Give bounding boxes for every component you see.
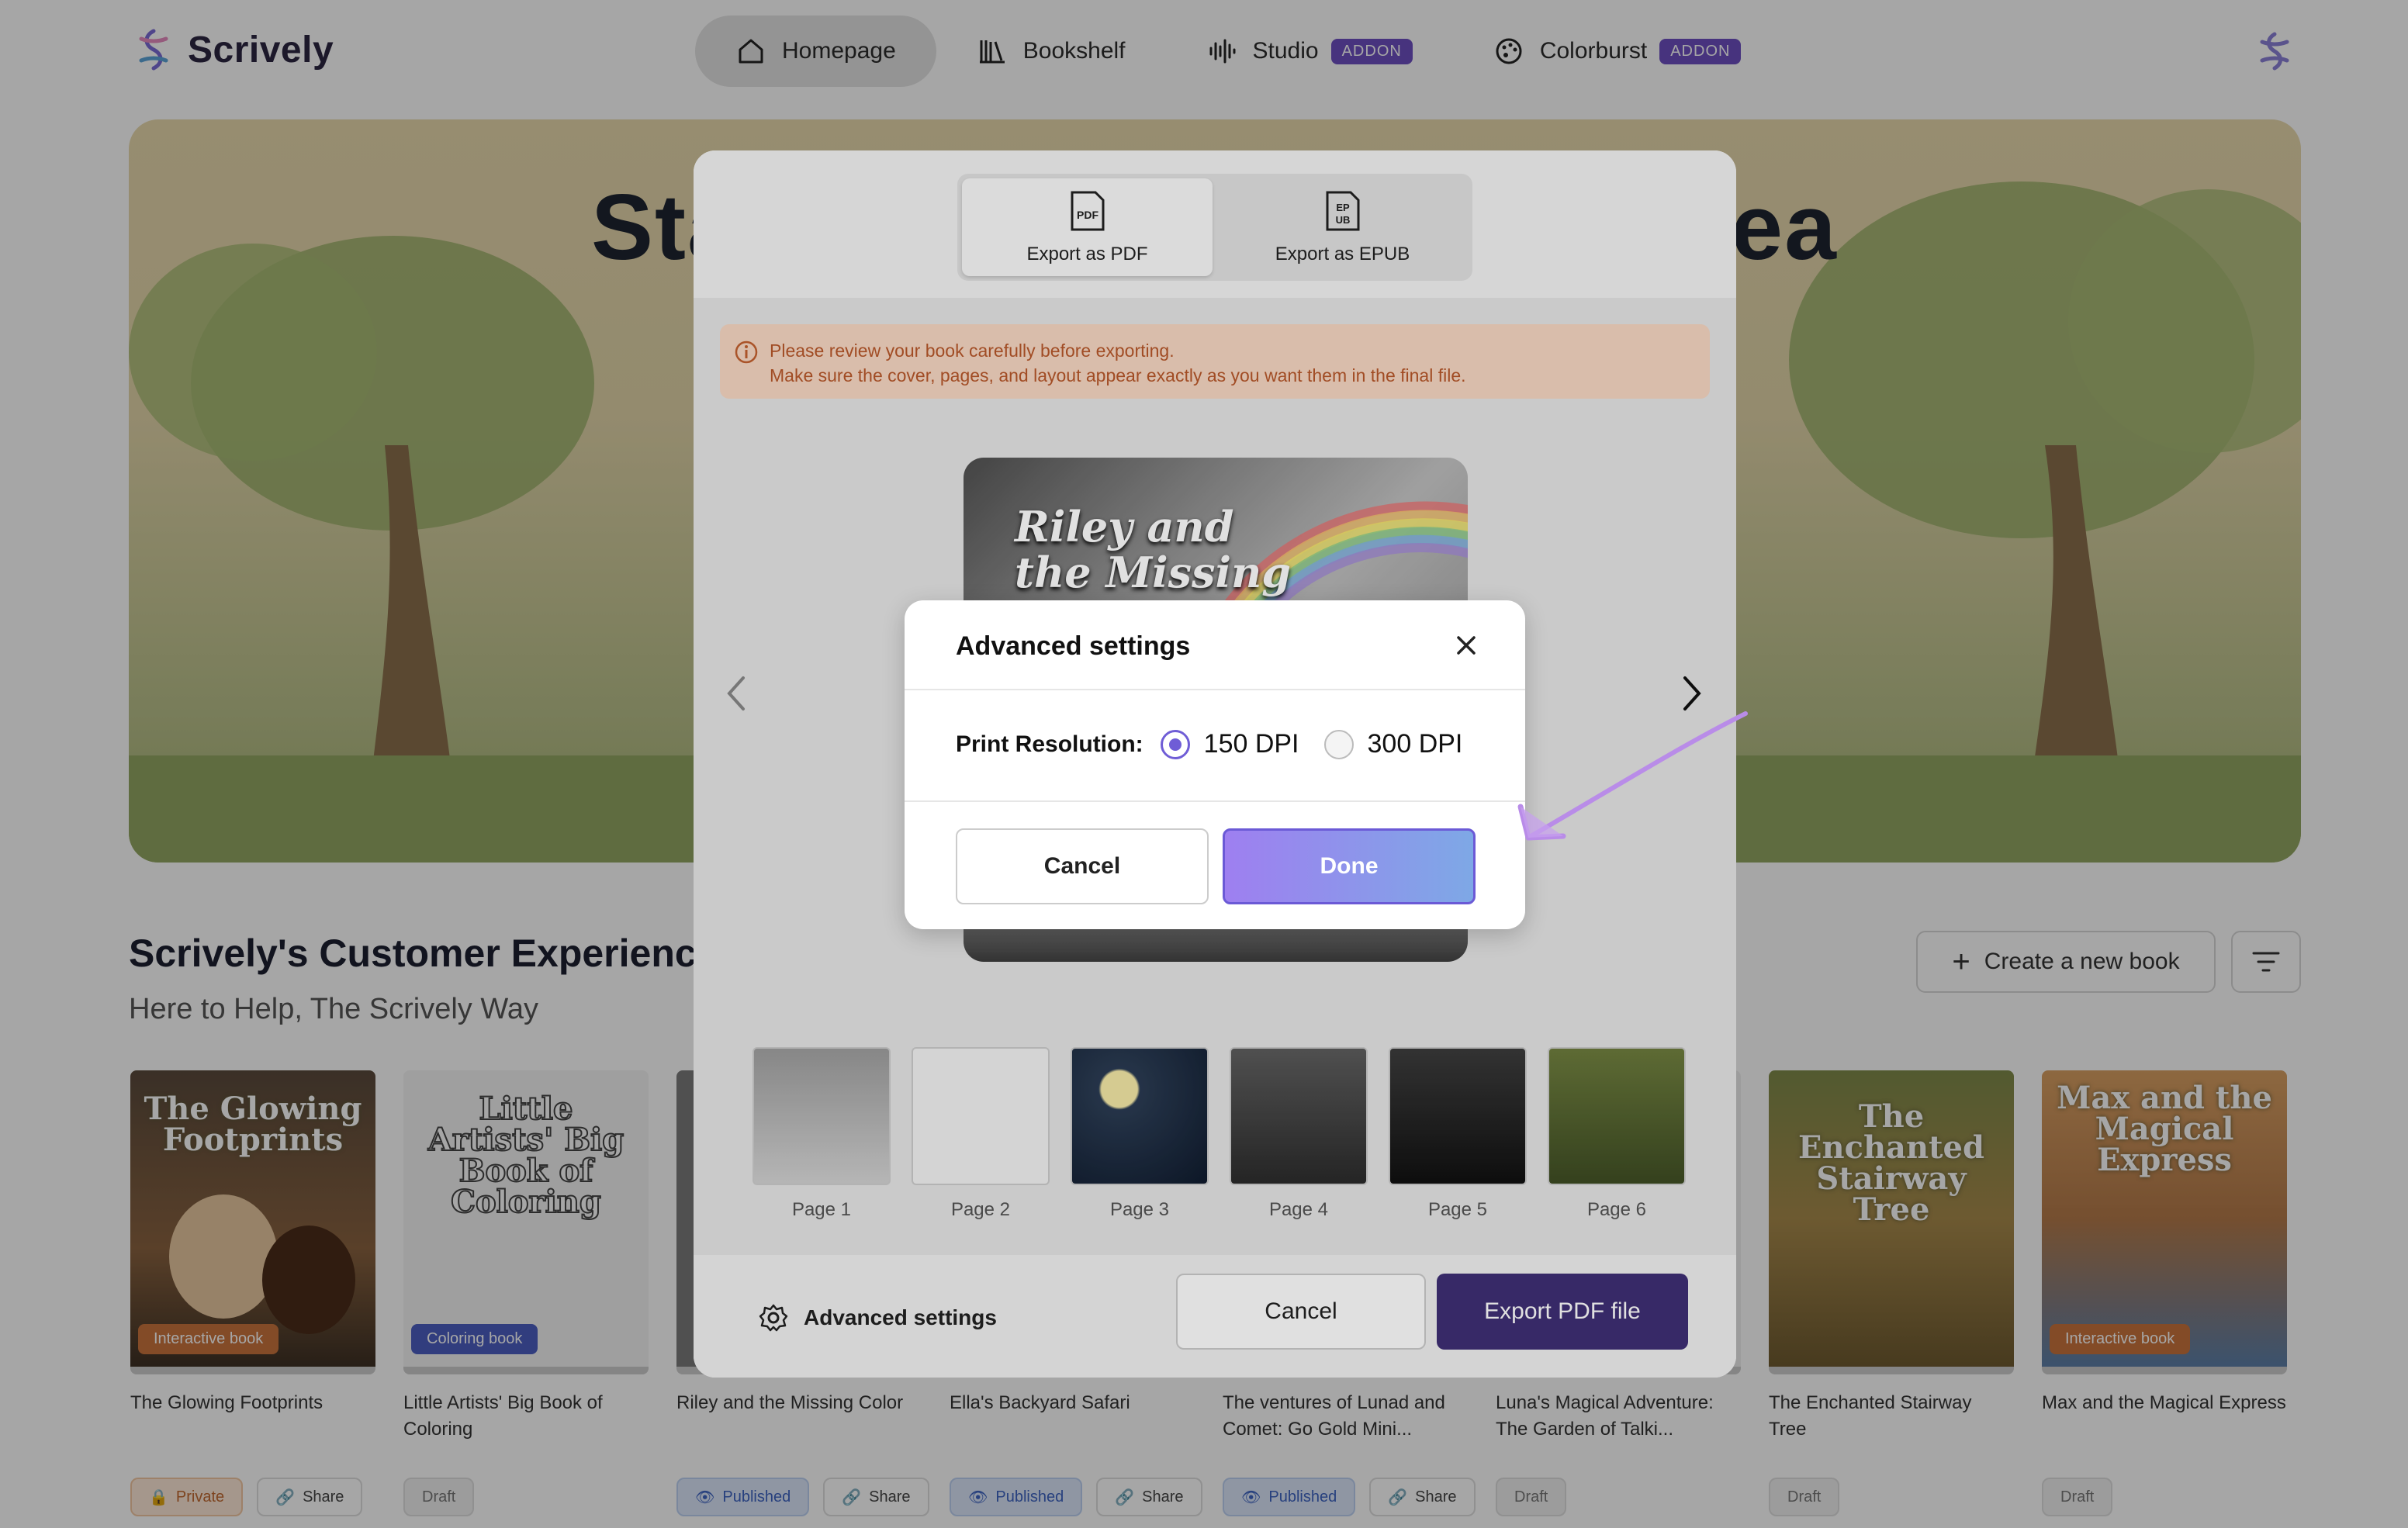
annotation-arrow-icon <box>1517 711 1748 841</box>
radio-300-dpi[interactable] <box>1323 729 1354 759</box>
advanced-settings-dialog: Advanced settings Print Resolution: 150 … <box>905 600 1525 929</box>
divider <box>905 689 1525 690</box>
option-150-dpi-label[interactable]: 150 DPI <box>1204 729 1299 759</box>
print-resolution-row: Print Resolution: 150 DPI 300 DPI <box>956 729 1473 759</box>
close-icon[interactable] <box>1452 631 1480 659</box>
dialog-cancel-button[interactable]: Cancel <box>956 828 1209 904</box>
option-300-dpi-label[interactable]: 300 DPI <box>1368 729 1463 759</box>
done-button[interactable]: Done <box>1223 828 1476 904</box>
divider <box>905 800 1525 802</box>
dialog-title: Advanced settings <box>956 631 1191 661</box>
radio-150-dpi[interactable] <box>1160 729 1190 759</box>
print-resolution-label: Print Resolution: <box>956 731 1143 757</box>
